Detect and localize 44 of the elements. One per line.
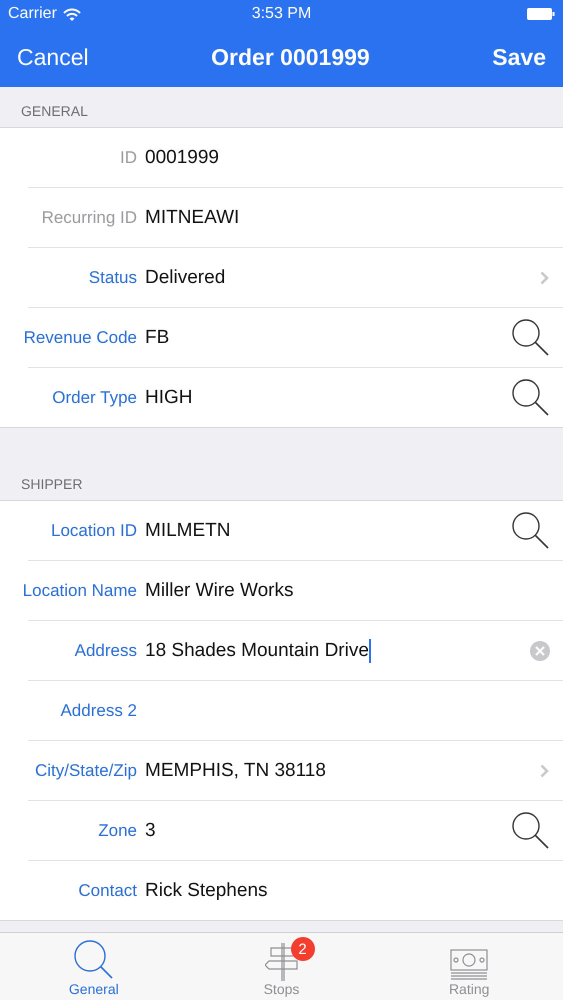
tab[interactable]: General xyxy=(0,933,188,1000)
save-button[interactable]: Save xyxy=(492,44,546,71)
field-label: City/State/Zip xyxy=(34,760,137,780)
field-value: FB xyxy=(145,326,170,348)
notification-badge: 2 xyxy=(290,937,314,961)
field-label: Contact xyxy=(77,880,137,900)
field-value: 3 xyxy=(145,820,156,842)
field-value: MEMPHIS, TN 38118 xyxy=(145,760,326,782)
field-value: 0001999 xyxy=(145,146,219,168)
field-value: Rick Stephens xyxy=(145,880,268,902)
field-value: Miller Wire Works xyxy=(145,580,294,602)
wifi-icon xyxy=(62,8,81,20)
search-icon xyxy=(72,939,115,981)
cancel-button[interactable]: Cancel xyxy=(17,44,89,71)
field-value: MILMETN xyxy=(145,520,230,542)
screen-title: Order 0001999 xyxy=(211,44,370,71)
tab[interactable]: Rating xyxy=(375,933,563,1000)
search-icon xyxy=(511,318,551,358)
banknote-icon xyxy=(450,949,488,981)
field-value: MITNEAWI xyxy=(145,206,240,228)
field-label: Address xyxy=(74,640,137,660)
clock-time: 3:53 PM xyxy=(252,5,312,23)
field-label: Location ID xyxy=(50,520,137,540)
tab[interactable]: 2 Stops xyxy=(188,933,376,1000)
field-label: Recurring ID xyxy=(40,208,137,228)
text-field[interactable]: 18 Shades Mountain Drive xyxy=(145,638,371,662)
search-icon xyxy=(511,810,551,850)
carrier-label: Carrier xyxy=(8,5,57,23)
clear-icon xyxy=(530,640,550,660)
search-icon xyxy=(511,510,551,550)
field-value: HIGH xyxy=(145,386,192,408)
chevron-icon xyxy=(540,270,549,284)
field-label: ID xyxy=(119,148,137,168)
battery-icon xyxy=(527,8,555,20)
field-label: Status xyxy=(88,268,137,288)
signpost-icon xyxy=(264,943,298,981)
field-label: Address 2 xyxy=(59,700,137,720)
chevron-icon xyxy=(540,764,549,778)
search-icon xyxy=(511,378,551,418)
field-label: Location Name xyxy=(22,580,137,600)
field-label: Revenue Code xyxy=(22,328,137,348)
field-label: Order Type xyxy=(51,388,137,408)
field-value: Delivered xyxy=(145,266,226,288)
field-label: Zone xyxy=(97,820,137,840)
